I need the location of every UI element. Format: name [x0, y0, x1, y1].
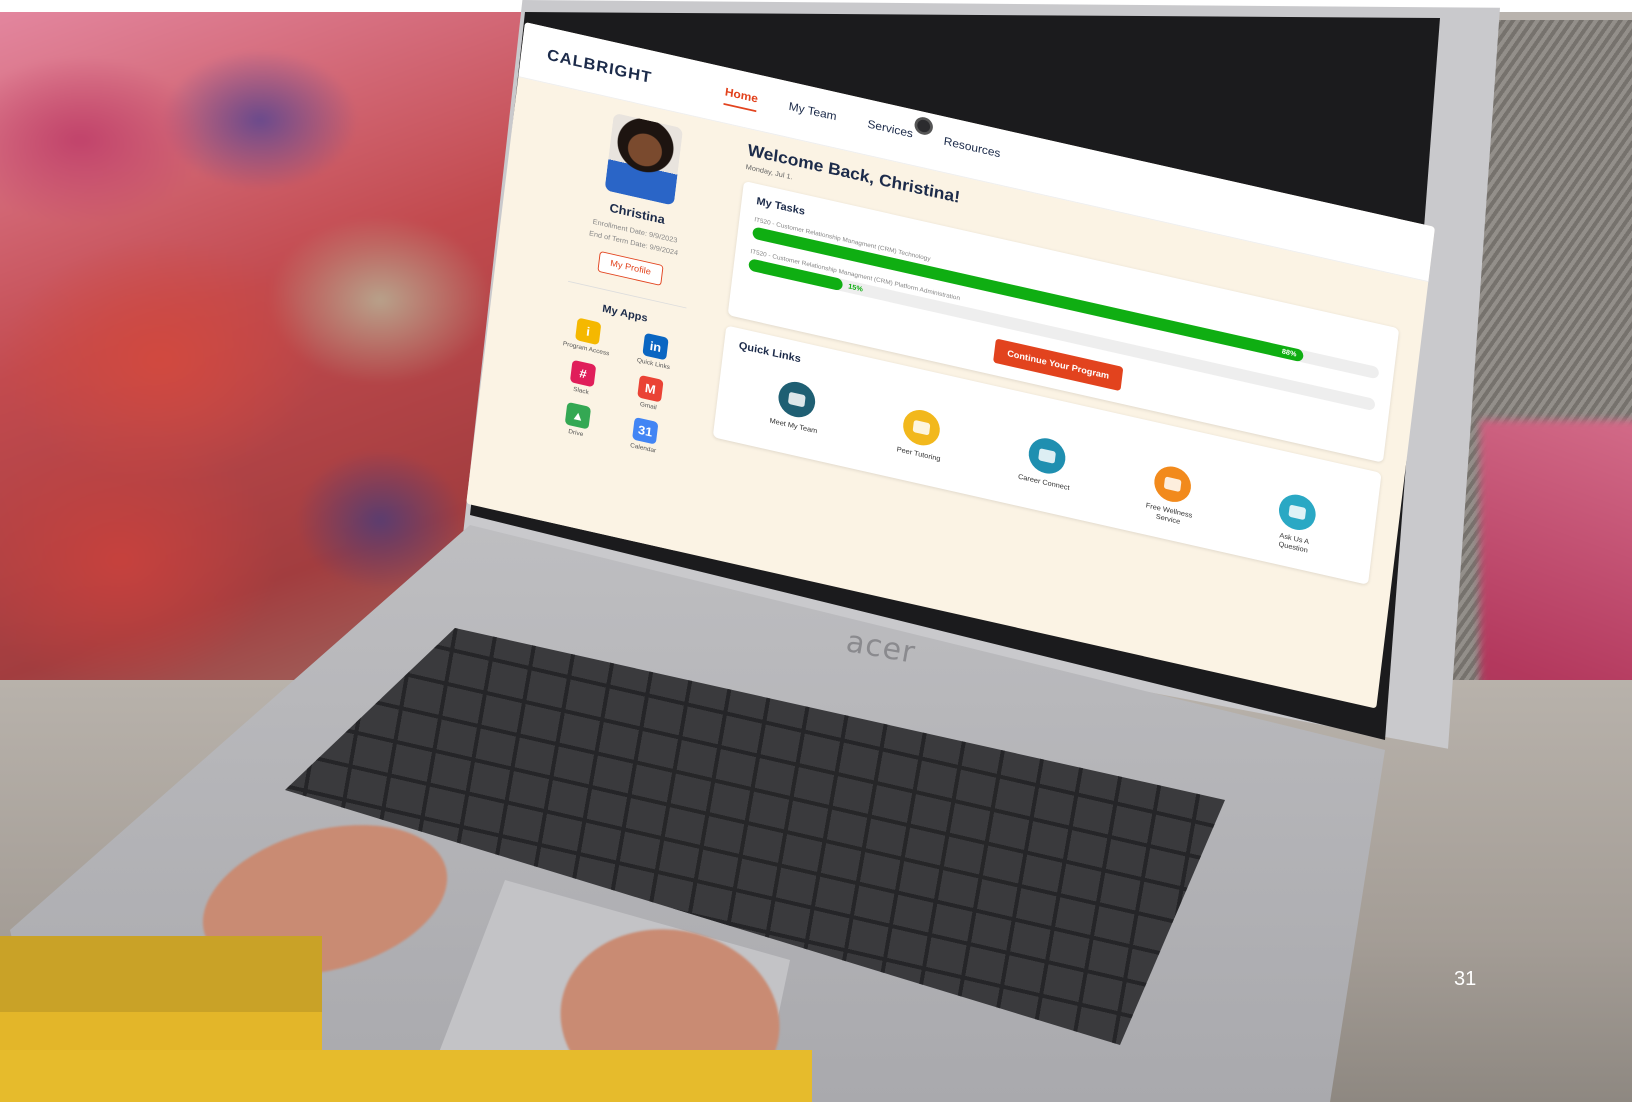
app-label: Slack — [572, 386, 590, 396]
quick-link-ask-us-a-question[interactable]: Ask Us A Question — [1252, 486, 1341, 561]
app-gmail[interactable]: M Gmail — [619, 371, 681, 416]
nav-services[interactable]: Services — [866, 117, 914, 147]
quick-link-label: Ask Us A Question — [1278, 531, 1310, 555]
app-calendar[interactable]: 31 Calendar — [614, 413, 676, 458]
quick-link-career-connect[interactable]: Career Connect — [1001, 430, 1090, 505]
quick-link-label: Meet My Team — [769, 416, 818, 436]
app-program-access[interactable]: i Program Access — [557, 314, 619, 359]
slack-icon: # — [569, 359, 597, 388]
app-drive[interactable]: ▲ Drive — [546, 398, 608, 443]
gold-accent-bar-middle — [0, 1012, 322, 1050]
progress-percent: 15% — [847, 282, 864, 294]
quick-link-label: Career Connect — [1017, 472, 1071, 492]
nav-home[interactable]: Home — [723, 84, 759, 113]
nav-my-team[interactable]: My Team — [787, 99, 837, 130]
avatar — [604, 112, 684, 206]
quick-link-meet-my-team[interactable]: Meet My Team — [751, 373, 840, 448]
profile-sidebar: Christina Enrollment Date: 9/9/2023 End … — [520, 89, 728, 551]
icon-glyph — [787, 391, 806, 408]
quick-link-label: Free Wellness Service — [1145, 501, 1193, 526]
linkedin-icon: in — [642, 332, 669, 361]
progress-percent: 88% — [1281, 347, 1297, 359]
app-label: Calendar — [629, 442, 657, 455]
nav-resources[interactable]: Resources — [942, 134, 1001, 167]
icon-glyph — [1288, 504, 1307, 521]
app-slack[interactable]: # Slack — [551, 356, 613, 401]
photo-scene: acer CALBRIGHT Home My Team Services Res… — [0, 0, 1632, 1102]
drive-icon: ▲ — [564, 401, 592, 430]
icon-glyph — [912, 419, 931, 436]
calendar-icon: 31 — [632, 416, 659, 445]
app-quick-links[interactable]: in Quick Links — [624, 329, 686, 374]
my-profile-button[interactable]: My Profile — [597, 250, 664, 286]
calbright-logo[interactable]: CALBRIGHT — [546, 46, 653, 88]
owl-icon — [1277, 491, 1318, 534]
progress-fill: 88% — [751, 226, 1305, 363]
app-label: Drive — [567, 428, 584, 438]
app-label: Gmail — [639, 401, 657, 412]
quick-link-label: Peer Tutoring — [896, 445, 941, 463]
icon-glyph — [1163, 476, 1182, 493]
briefcase-icon — [1026, 434, 1068, 478]
icon-glyph — [1038, 448, 1056, 464]
app-label: Quick Links — [636, 357, 671, 371]
gold-accent-bar-top — [0, 936, 322, 1012]
app-label: Program Access — [562, 340, 610, 358]
laptop-icon — [901, 406, 943, 450]
program-access-icon: i — [575, 317, 602, 346]
clipboard-icon — [1151, 462, 1193, 506]
quick-link-peer-tutoring[interactable]: Peer Tutoring — [876, 401, 965, 476]
quick-link-free-wellness-service[interactable]: Free Wellness Service — [1126, 458, 1215, 533]
team-icon — [776, 378, 817, 421]
page-number: 31 — [1454, 968, 1477, 990]
gmail-icon: M — [637, 374, 664, 403]
gold-accent-bar-bottom — [0, 1050, 812, 1102]
